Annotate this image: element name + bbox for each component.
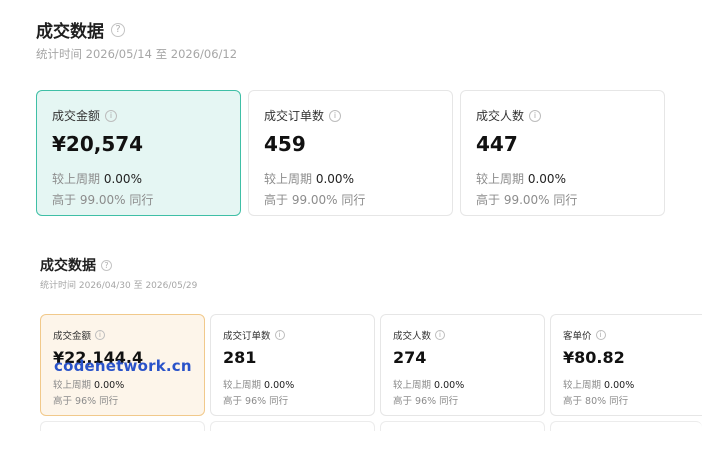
compare-value: 0.00% — [264, 380, 295, 391]
section2-title-text: 成交数据 — [40, 258, 96, 274]
metric-card-orders[interactable]: 成交订单数 i 459 较上周期 0.00% 高于 99.00% 同行 — [248, 90, 453, 216]
compare-label: 较上周期 — [393, 380, 432, 391]
metric-card-buyers-2[interactable]: 成交人数 i 274 较上周期 0.00% 高于 96% 同行 — [380, 314, 545, 416]
compare-line: 较上周期 0.00% — [563, 377, 702, 391]
compare-value: 0.00% — [103, 172, 142, 186]
compare-value: 0.00% — [604, 380, 635, 391]
compare-line: 较上周期 0.00% — [53, 377, 204, 391]
metric-label: 成交订单数 — [223, 331, 271, 342]
compare-label: 较上周期 — [476, 172, 525, 186]
compare-label: 较上周期 — [563, 380, 602, 391]
compare-value: 0.00% — [94, 380, 125, 391]
metric-value: 447 — [476, 132, 518, 156]
next-row-card-edge — [380, 421, 545, 431]
next-row-card-edge — [40, 421, 205, 431]
metric-value: 459 — [264, 132, 306, 156]
metric-label: 成交人数 — [476, 109, 525, 123]
peer-text: 高于 99.00% 同行 — [264, 193, 366, 207]
peer-text: 高于 80% 同行 — [563, 396, 629, 407]
peer-text: 高于 99.00% 同行 — [52, 193, 154, 207]
section1-period: 统计时间 2026/05/14 至 2026/06/12 — [36, 47, 238, 61]
metric-label: 客单价 — [563, 331, 592, 342]
compare-line: 较上周期 0.00% — [393, 377, 544, 391]
metric-card-gmv[interactable]: 成交金额 i ¥20,574 较上周期 0.00% 高于 99.00% 同行 — [36, 90, 241, 216]
info-icon[interactable]: i — [95, 330, 106, 340]
compare-line: 较上周期 0.00% — [223, 377, 374, 391]
metric-value: 274 — [393, 348, 427, 367]
metric-value: 281 — [223, 348, 257, 367]
compare-value: 0.00% — [527, 172, 566, 186]
metric-label: 成交人数 — [393, 331, 432, 342]
watermark-text: codenetwork.cn — [54, 357, 192, 375]
metric-card-buyers[interactable]: 成交人数 i 447 较上周期 0.00% 高于 99.00% 同行 — [460, 90, 665, 216]
compare-value: 0.00% — [315, 172, 354, 186]
section1-title: 成交数据 ? — [36, 17, 125, 42]
help-icon[interactable]: ? — [111, 22, 125, 37]
next-row-card-edge — [210, 421, 375, 431]
next-row-card-edge — [550, 421, 702, 431]
metric-label: 成交订单数 — [264, 109, 325, 123]
compare-label: 较上周期 — [264, 172, 313, 186]
peer-text: 高于 96% 同行 — [53, 396, 119, 407]
section1-title-text: 成交数据 — [36, 22, 104, 42]
compare-label: 较上周期 — [53, 380, 92, 391]
compare-line: 较上周期 0.00% — [52, 170, 240, 187]
info-icon[interactable]: i — [529, 109, 542, 122]
compare-label: 较上周期 — [223, 380, 262, 391]
compare-value: 0.00% — [434, 380, 465, 391]
metric-card-avg-price[interactable]: 客单价 i ¥80.82 较上周期 0.00% 高于 80% 同行 — [550, 314, 702, 416]
metric-card-orders-2[interactable]: 成交订单数 i 281 较上周期 0.00% 高于 96% 同行 — [210, 314, 375, 416]
info-icon[interactable]: i — [595, 330, 606, 340]
metric-value: ¥20,574 — [52, 132, 144, 156]
metric-label: 成交金额 — [52, 109, 101, 123]
peer-text: 高于 99.00% 同行 — [476, 193, 578, 207]
info-icon[interactable]: i — [105, 109, 118, 122]
compare-label: 较上周期 — [52, 172, 101, 186]
compare-line: 较上周期 0.00% — [264, 170, 452, 187]
info-icon[interactable]: i — [329, 109, 342, 122]
metric-value: ¥80.82 — [563, 348, 625, 367]
info-icon[interactable]: i — [435, 330, 446, 340]
metric-label: 成交金额 — [53, 331, 92, 342]
compare-line: 较上周期 0.00% — [476, 170, 664, 187]
help-icon[interactable]: ? — [101, 259, 112, 271]
section2-title: 成交数据 ? — [40, 255, 112, 275]
info-icon[interactable]: i — [274, 330, 285, 340]
peer-text: 高于 96% 同行 — [393, 396, 459, 407]
peer-text: 高于 96% 同行 — [223, 396, 289, 407]
section2-period: 统计时间 2026/04/30 至 2026/05/29 — [40, 281, 198, 291]
